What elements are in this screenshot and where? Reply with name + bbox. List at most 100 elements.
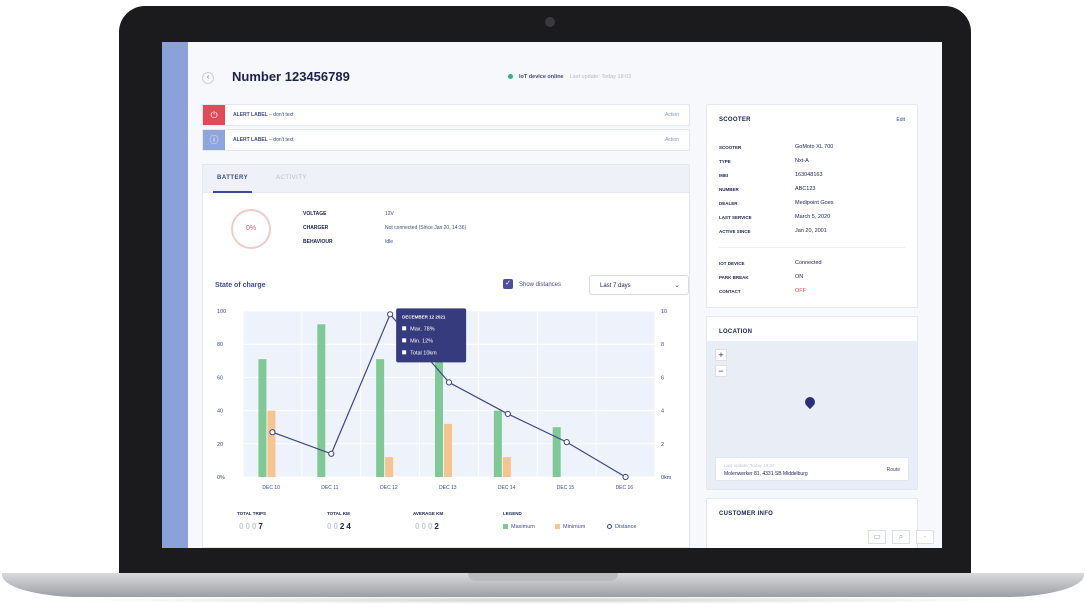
x-tick: DEC 15 xyxy=(557,485,575,491)
y-tick-right: 4 xyxy=(661,409,664,415)
distance-point xyxy=(445,379,453,386)
back-button[interactable]: ‹ xyxy=(202,72,214,84)
tooltip-swatch xyxy=(402,338,407,343)
battery-panel: BATTERY ACTIVITY 0% VOLTAGE 12V CHARGER … xyxy=(202,164,690,548)
scooter-field-value: Medipoint Goes xyxy=(795,200,834,206)
y-tick-right: 2 xyxy=(661,442,664,448)
tooltip-swatch xyxy=(402,350,407,355)
bar-maximum xyxy=(552,427,561,477)
alert-action-button[interactable]: Action xyxy=(665,112,679,118)
y-tick-left: 20 xyxy=(217,442,223,448)
scooter-card: SCOOTER Edit SCOOTER GoMoto XL 700 TYPE … xyxy=(706,104,918,308)
info-icon: ⓘ xyxy=(203,130,225,150)
distance-swatch xyxy=(607,524,612,530)
bar-minimum xyxy=(385,457,394,477)
distance-point xyxy=(563,439,570,446)
tooltip-swatch xyxy=(402,326,407,331)
y-tick-left: 40 xyxy=(217,409,223,415)
location-last-update: Last update: Today 18:03 xyxy=(724,463,775,468)
scooter-field-value: ABC123 xyxy=(795,186,816,192)
map-view[interactable]: + − Last update: Today 18:03 Molenwerker… xyxy=(707,341,917,489)
show-distances-label: Show distances xyxy=(519,282,562,288)
laptop-shadow xyxy=(60,596,1026,604)
zoom-out-button[interactable]: − xyxy=(715,365,727,377)
field-label: BEHAVIOUR xyxy=(303,239,333,245)
customer-info-card: CUSTOMER INFO xyxy=(706,498,918,548)
x-tick: DEC 14 xyxy=(498,485,516,491)
alert-action-button[interactable]: Action xyxy=(665,137,679,143)
distance-point xyxy=(328,450,335,457)
y-tick-right: 10 xyxy=(661,309,667,315)
minimum-swatch xyxy=(555,524,560,530)
alert-label: ALERT LABEL xyxy=(233,112,268,118)
device-status: IoT device online Last update: Today 18:0… xyxy=(508,74,631,80)
legend-title: LEGEND xyxy=(503,511,522,516)
more-icon[interactable]: · xyxy=(916,530,934,544)
webcam-icon xyxy=(545,17,555,27)
battery-gauge: 0% xyxy=(231,209,271,249)
total-km-value: 0024 xyxy=(327,522,353,531)
date-range-select[interactable]: Last 7 days ⌄ xyxy=(589,275,689,295)
bar-minimum xyxy=(267,410,276,477)
app-screen: ‹ Number 123456789 IoT device online Last… xyxy=(162,42,942,548)
state-of-charge-chart: 0% 20 40 60 80 100 0km 2 4 6 8 10 DEC 10 DEC 11 DEC 12… xyxy=(217,308,672,491)
map-pin-icon[interactable] xyxy=(802,394,818,410)
scooter-field-label: CONTACT xyxy=(719,289,741,294)
tooltip-title: DECEMBER 12 2021 xyxy=(402,314,446,319)
y-tick-right: 8 xyxy=(661,342,664,348)
average-km-label: AVERAGE KM xyxy=(413,511,444,516)
show-distances-checkbox[interactable]: ✓ xyxy=(503,279,513,289)
scooter-field-label: ACTIVE SINCE xyxy=(719,229,751,234)
total-trips-label: TOTAL TRIPS xyxy=(237,511,267,516)
field-value: Idle xyxy=(385,239,394,245)
alert-label: ALERT LABEL xyxy=(233,137,268,143)
x-tick: DEC 16 xyxy=(616,485,634,491)
alert-text: – don't text xyxy=(269,137,294,143)
zoom-in-button[interactable]: + xyxy=(715,349,727,361)
power-icon: ⏻ xyxy=(203,105,225,125)
scooter-field-label: NUMBER xyxy=(719,187,739,192)
tab-battery[interactable]: BATTERY xyxy=(212,175,253,193)
chevron-down-icon: ⌄ xyxy=(674,282,680,289)
laptop-mockup: ‹ Number 123456789 IoT device online Last… xyxy=(0,0,1086,607)
x-tick: DEC 13 xyxy=(439,485,457,491)
scooter-field-label: IMEI xyxy=(719,173,729,178)
scooter-field-value: Nxt-A xyxy=(795,158,809,164)
y-tick-left: 100 xyxy=(217,309,226,315)
tab-activity[interactable]: ACTIVITY xyxy=(276,175,307,181)
total-km-label: TOTAL KM xyxy=(327,511,350,516)
scooter-field-label: SCOOTER xyxy=(719,145,742,150)
chat-icon[interactable]: ▭ xyxy=(868,530,886,544)
field-value: 12V xyxy=(385,211,394,217)
y-tick-left: 80 xyxy=(217,342,223,348)
bar-maximum xyxy=(317,324,326,477)
address-text: Molenwerker 81, 4331 SB Middelburg xyxy=(724,471,808,477)
field-label: VOLTAGE xyxy=(303,211,327,217)
scooter-title: SCOOTER xyxy=(719,117,751,123)
scooter-field-value: Jan 20, 2001 xyxy=(795,228,827,234)
scooter-field-label: PARK BREAK xyxy=(719,275,749,280)
edit-scooter-link[interactable]: Edit xyxy=(896,117,905,123)
location-title: LOCATION xyxy=(719,329,753,335)
legend-item-minimum: Minimum xyxy=(555,524,585,530)
distance-point xyxy=(504,410,511,418)
scooter-field-value: Connected xyxy=(795,260,822,266)
search-icon[interactable]: ⌕ xyxy=(892,530,910,544)
scooter-field-value: March 5, 2020 xyxy=(795,214,831,220)
online-dot-icon xyxy=(508,74,513,80)
scooter-field-label: TYPE xyxy=(719,159,731,164)
laptop-notch xyxy=(468,573,618,581)
divider xyxy=(719,247,905,248)
route-button[interactable]: Route xyxy=(887,467,900,473)
field-label: CHARGER xyxy=(303,225,329,231)
x-tick: DEC 12 xyxy=(380,485,398,491)
bar-minimum xyxy=(444,423,452,477)
y-tick-left: 60 xyxy=(217,375,223,381)
bar-minimum xyxy=(502,457,511,477)
x-tick: DEC 10 xyxy=(262,485,280,491)
x-tick: DEC 11 xyxy=(321,485,338,491)
average-km-value: 0002 xyxy=(415,522,441,531)
tooltip-line: Total 10km xyxy=(410,350,437,356)
field-value: Not connected (Since Jan 20, 14:36) xyxy=(385,225,467,231)
total-trips-value: 0007 xyxy=(239,522,265,531)
